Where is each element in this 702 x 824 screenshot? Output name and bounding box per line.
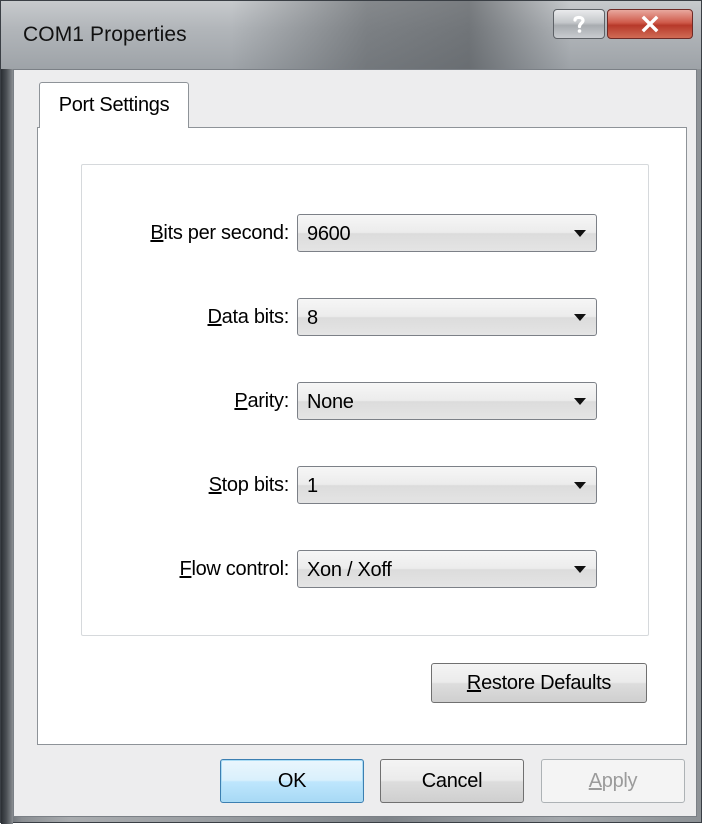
window-title: COM1 Properties xyxy=(23,23,187,46)
question-icon xyxy=(573,15,585,33)
apply-button[interactable]: Apply xyxy=(541,759,685,803)
setting-row-parity: Parity: None xyxy=(1,382,702,420)
parity-label: Parity: xyxy=(234,390,289,412)
bits-per-second-value: 9600 xyxy=(307,223,351,245)
parity-select[interactable]: None xyxy=(297,382,597,420)
help-button[interactable] xyxy=(553,9,605,39)
stop-bits-select[interactable]: 1 xyxy=(297,466,597,504)
chevron-down-icon xyxy=(574,230,586,237)
restore-defaults-button[interactable]: Restore Defaults xyxy=(431,663,647,703)
bits-per-second-select[interactable]: 9600 xyxy=(297,214,597,252)
data-bits-select[interactable]: 8 xyxy=(297,298,597,336)
flow-control-select[interactable]: Xon / Xoff xyxy=(297,550,597,588)
data-bits-label: Data bits: xyxy=(207,306,290,328)
setting-row-flow-control: Flow control: Xon / Xoff xyxy=(1,550,702,588)
stop-bits-label: Stop bits: xyxy=(208,474,290,496)
ok-button[interactable]: OK xyxy=(220,759,364,803)
setting-row-bits-per-second: Bits per second: 9600 xyxy=(1,214,702,252)
tab-port-settings[interactable]: Port Settings xyxy=(39,82,189,128)
chevron-down-icon xyxy=(574,482,586,489)
title-bar[interactable]: COM1 Properties xyxy=(1,1,701,69)
setting-row-stop-bits: Stop bits: 1 xyxy=(1,466,702,504)
chevron-down-icon xyxy=(574,398,586,405)
stop-bits-value: 1 xyxy=(307,475,318,497)
chevron-down-icon xyxy=(574,314,586,321)
tab-label: Port Settings xyxy=(58,94,170,116)
flow-control-value: Xon / Xoff xyxy=(307,559,392,581)
bits-per-second-label: Bits per second: xyxy=(150,222,289,244)
close-button[interactable] xyxy=(607,9,693,39)
cancel-button[interactable]: Cancel xyxy=(380,759,524,803)
chevron-down-icon xyxy=(574,566,586,573)
close-icon xyxy=(641,15,659,33)
flow-control-label: Flow control: xyxy=(179,558,290,580)
dialog-window: COM1 Properties Port Settings Bits per s… xyxy=(0,0,702,824)
parity-value: None xyxy=(307,391,354,413)
data-bits-value: 8 xyxy=(307,307,318,329)
setting-row-data-bits: Data bits: 8 xyxy=(1,298,702,336)
